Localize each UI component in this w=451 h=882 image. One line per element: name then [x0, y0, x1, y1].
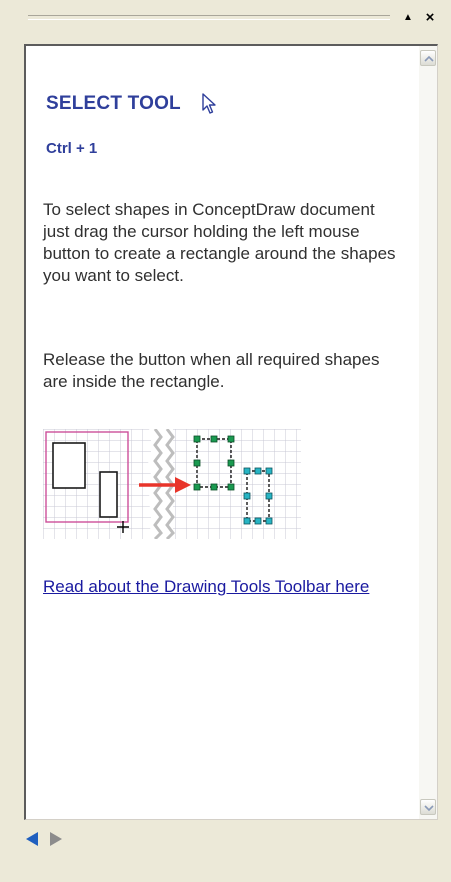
- help-panel: ▲ × SELECT TOOL Ctrl + 1 To select shape…: [0, 0, 451, 882]
- navigation-bar: [22, 825, 70, 853]
- forward-arrow-icon: [50, 832, 62, 846]
- scroll-up-arrow-icon: [424, 55, 434, 62]
- scroll-up-button[interactable]: [420, 50, 436, 66]
- drawing-tools-link[interactable]: Read about the Drawing Tools Toolbar her…: [43, 576, 403, 598]
- help-content: SELECT TOOL Ctrl + 1 To select shapes in…: [43, 46, 403, 816]
- help-content-frame: SELECT TOOL Ctrl + 1 To select shapes in…: [24, 44, 438, 820]
- triangle-up-icon: ▲: [403, 12, 413, 23]
- close-button[interactable]: ×: [422, 10, 438, 26]
- heading-row: SELECT TOOL: [46, 92, 217, 116]
- selection-rectangle-illustration: [43, 429, 301, 539]
- arrow-cursor-icon: [202, 93, 216, 114]
- scroll-down-arrow-icon: [424, 805, 434, 812]
- forward-button[interactable]: [46, 829, 66, 849]
- collapse-button[interactable]: ▲: [400, 10, 416, 26]
- close-icon: ×: [425, 9, 435, 26]
- titlebar-grip[interactable]: [28, 15, 390, 20]
- keyboard-shortcut: Ctrl + 1: [46, 140, 98, 157]
- scroll-down-button[interactable]: [420, 799, 436, 815]
- back-button[interactable]: [22, 829, 42, 849]
- vertical-scrollbar[interactable]: [419, 46, 437, 819]
- panel-titlebar[interactable]: ▲ ×: [0, 0, 451, 38]
- back-arrow-icon: [26, 832, 38, 846]
- release-paragraph: Release the button when all required sha…: [43, 350, 380, 391]
- instruction-paragraph: To select shapes in ConceptDraw document…: [43, 200, 396, 285]
- page-title: SELECT TOOL: [46, 93, 181, 114]
